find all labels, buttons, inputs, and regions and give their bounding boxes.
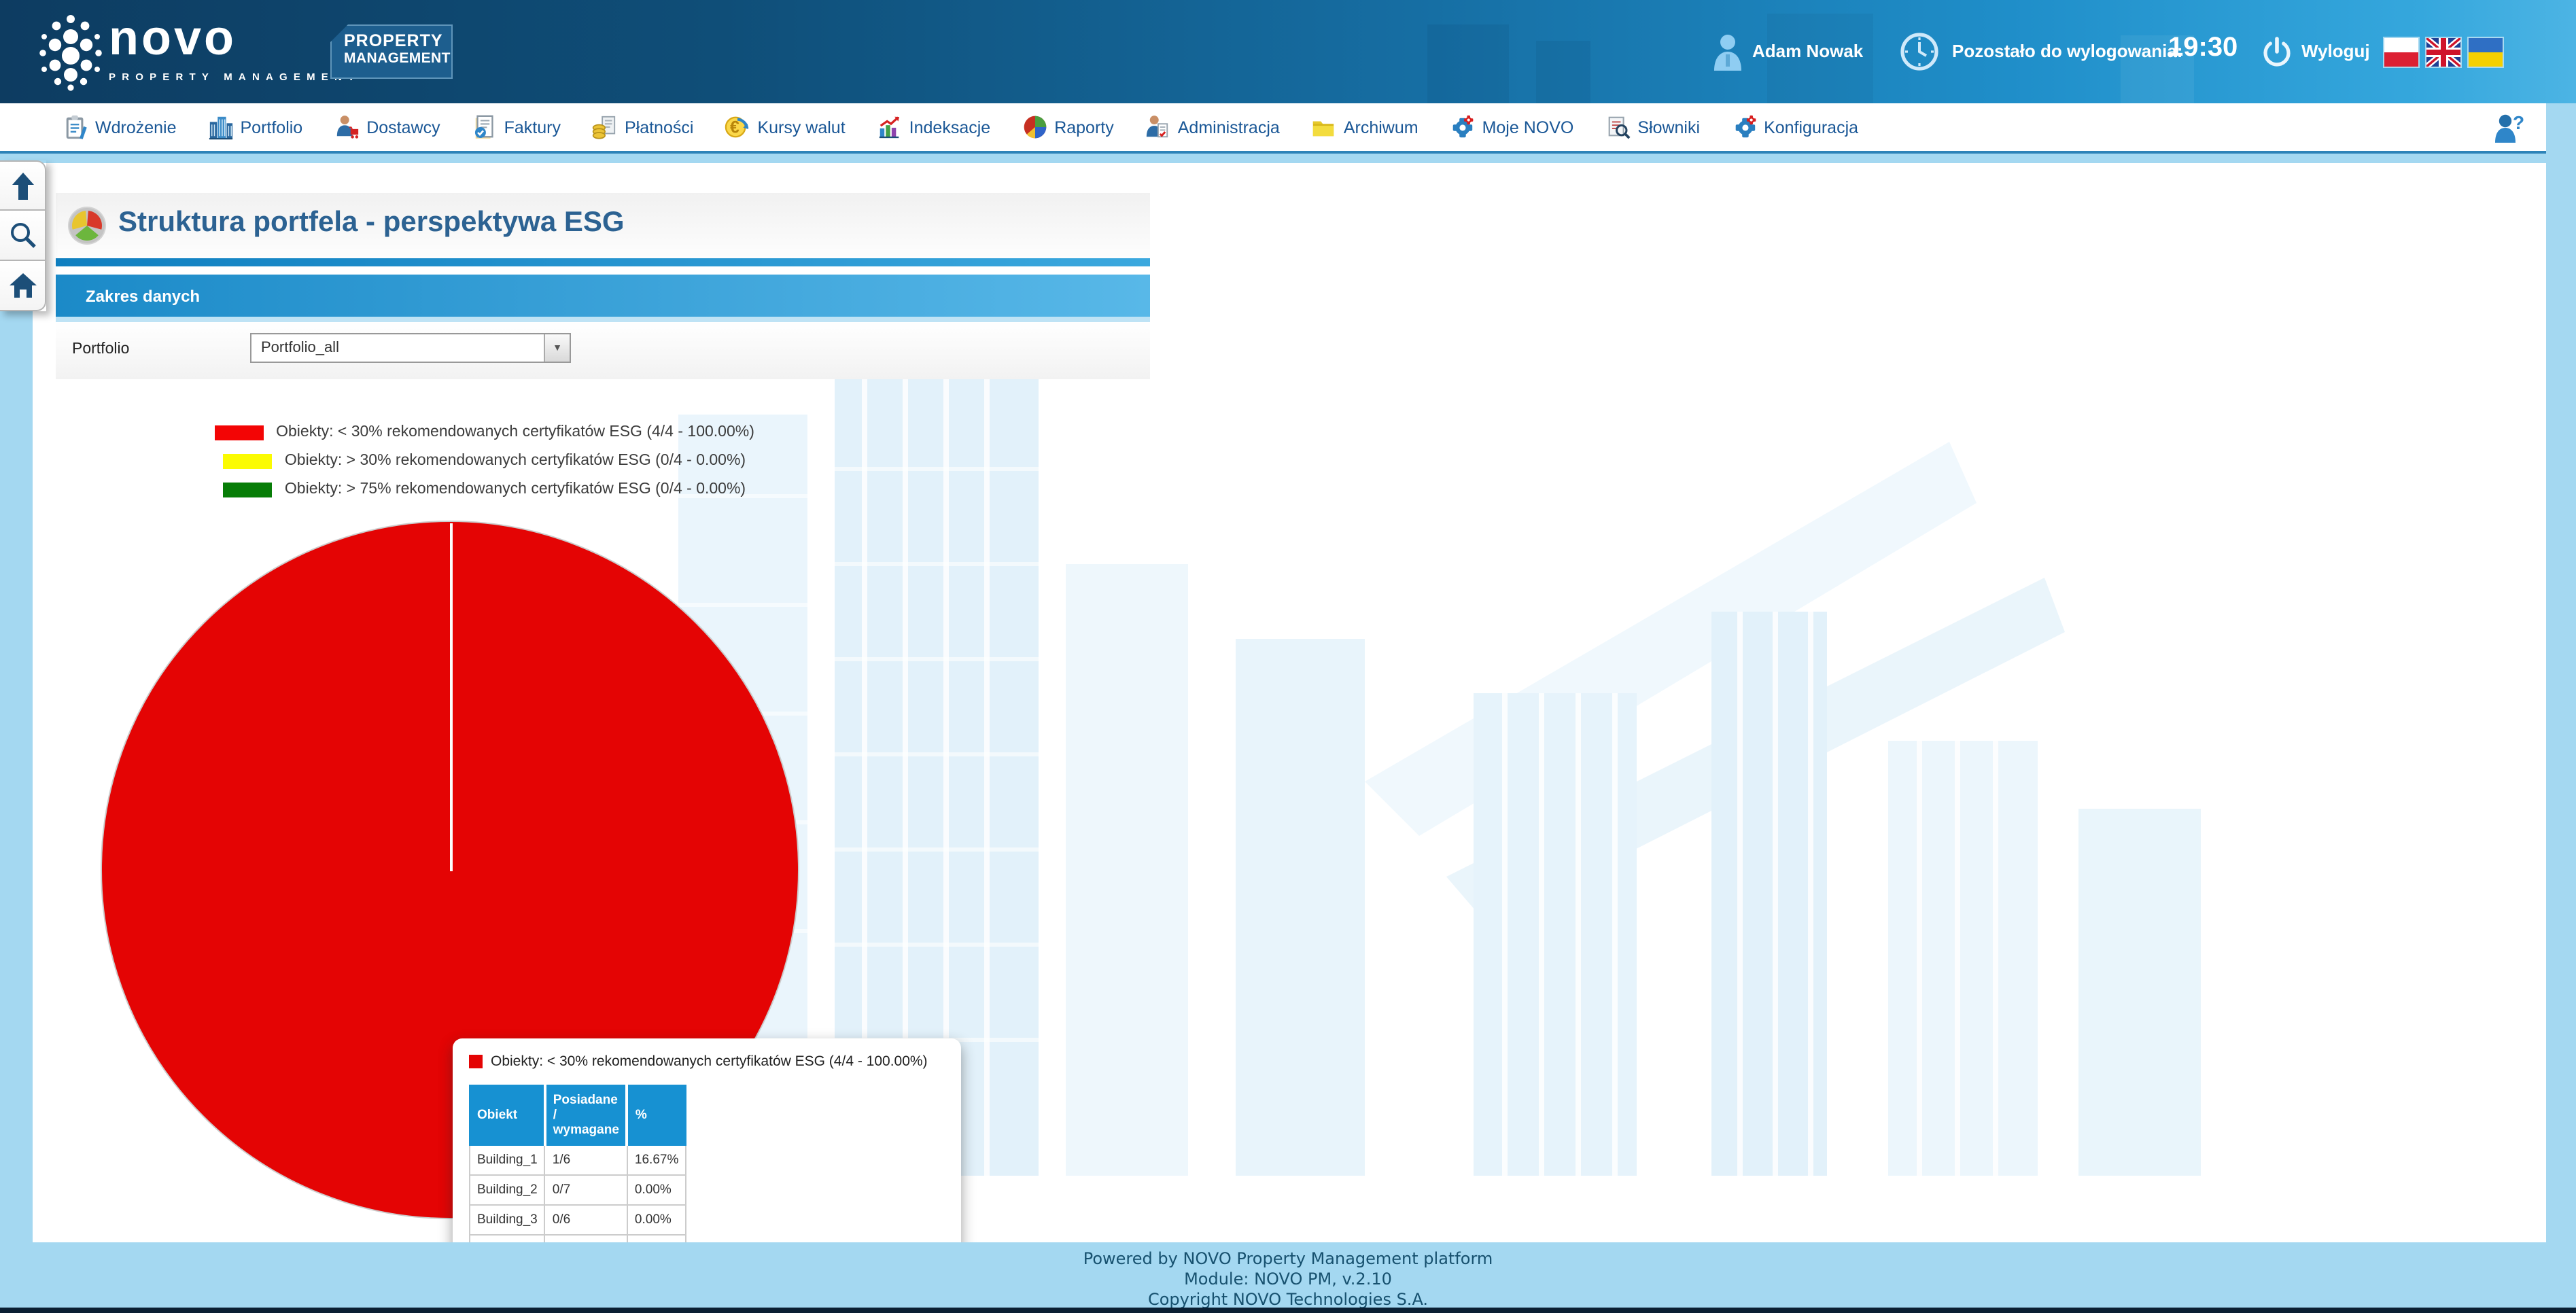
nav-item-administracja[interactable]: Administracja [1145, 114, 1280, 140]
home-icon [7, 272, 37, 299]
novo-logo[interactable]: novo PROPERTY MANAGEMENT [109, 11, 360, 83]
bottom-edge-bar [0, 1308, 2576, 1313]
section-header-zakres-danych: Zakres danych [56, 275, 1150, 317]
home-button[interactable] [0, 261, 46, 311]
archive-folder-icon [1311, 114, 1337, 140]
session-countdown-time: 19:30 [2168, 33, 2238, 64]
dictionary-search-icon [1605, 114, 1631, 140]
filter-form: Portfolio Portfolio_all ▼ [56, 322, 1150, 379]
app-footer: Powered by NOVO Property Management plat… [0, 1242, 2576, 1308]
table-row: Building_4 0/4 0.00% [470, 1235, 686, 1242]
pie-slice-divider [450, 523, 453, 871]
nav-item-moje-novo[interactable]: Moje NOVO [1450, 114, 1574, 140]
nav-item-indeksacje[interactable]: Indeksacje [877, 114, 991, 140]
header-right-cluster: Adam Nowak Pozostało do wylogowania: 19:… [1706, 0, 2576, 103]
page-title: Struktura portfela - perspektywa ESG [118, 207, 625, 239]
legend-item-green: Obiekty: > 75% rekomendowanych certyfika… [224, 481, 746, 497]
clock-icon [1899, 31, 1940, 72]
main-navigation: Wdrożenie Portfolio Dostawcy Faktury [0, 103, 2546, 154]
legend-swatch-red [215, 425, 264, 440]
nav-item-kursy-walut[interactable]: € Kursy walut [725, 114, 845, 140]
currency-exchange-icon: € [725, 114, 750, 140]
pie-tooltip: Obiekty: < 30% rekomendowanych certyfika… [453, 1038, 961, 1242]
esg-pie-icon [67, 205, 107, 246]
tooltip-col-percent: % [627, 1085, 686, 1145]
nav-item-slowniki[interactable]: Słowniki [1605, 114, 1700, 140]
polish-flag-icon[interactable] [2383, 37, 2420, 68]
nav-item-platnosci[interactable]: Płatności [592, 114, 693, 140]
power-icon[interactable] [2261, 35, 2293, 68]
table-row: Building_2 0/7 0.00% [470, 1175, 686, 1205]
index-chart-icon [877, 114, 903, 140]
nav-item-faktury[interactable]: Faktury [472, 114, 561, 140]
nav-item-raporty[interactable]: Raporty [1022, 114, 1114, 140]
arrow-up-icon [9, 171, 36, 200]
tooltip-title: Obiekty: < 30% rekomendowanych certyfika… [491, 1053, 928, 1070]
portfolio-selected-value: Portfolio_all [251, 334, 544, 362]
legend-item-red: Obiekty: < 30% rekomendowanych certyfika… [215, 424, 754, 440]
logo-wordmark: novo [109, 11, 360, 65]
application-window: novo PROPERTY MANAGEMENT PROPERTY MANAGE… [0, 0, 2576, 1313]
tooltip-col-obiekt: Obiekt [470, 1085, 545, 1145]
search-icon [7, 220, 37, 250]
help-icon[interactable]: ? [2492, 110, 2527, 145]
novo-globe-logo-icon [38, 11, 103, 92]
property-management-badge: PROPERTY MANAGEMENT [330, 24, 453, 79]
header-skyline-decoration [1536, 41, 1590, 103]
nav-item-dostawcy[interactable]: Dostawcy [334, 114, 440, 140]
ukrainian-flag-icon[interactable] [2467, 37, 2504, 68]
nav-item-portfolio[interactable]: Portfolio [208, 114, 303, 140]
reports-pie-icon [1022, 114, 1047, 140]
legend-item-yellow: Obiekty: > 30% rekomendowanych certyfika… [224, 453, 746, 469]
logo-tagline: PROPERTY MANAGEMENT [109, 71, 360, 83]
invoice-document-icon [472, 114, 498, 140]
portfolio-select[interactable]: Portfolio_all ▼ [250, 333, 571, 363]
table-row: Building_3 0/6 0.00% [470, 1205, 686, 1235]
session-countdown-label: Pozostało do wylogowania: [1952, 41, 2182, 61]
app-header: novo PROPERTY MANAGEMENT PROPERTY MANAGE… [0, 0, 2576, 103]
content-panel: Struktura portfela - perspektywa ESG Zak… [33, 163, 2546, 1242]
svg-text:€: € [730, 119, 739, 137]
gear-icon [1731, 114, 1757, 140]
legend-swatch-yellow [224, 453, 273, 468]
supplier-person-cart-icon [334, 114, 360, 140]
implementation-clipboard-icon [63, 114, 88, 140]
header-skyline-decoration [1427, 24, 1509, 103]
nav-item-archiwum[interactable]: Archiwum [1311, 114, 1418, 140]
buildings-icon [208, 114, 234, 140]
title-underline [56, 258, 1150, 266]
user-name[interactable]: Adam Nowak [1752, 41, 1863, 61]
nav-item-konfiguracja[interactable]: Konfiguracja [1731, 114, 1858, 140]
svg-text:?: ? [2513, 112, 2524, 133]
scroll-top-button[interactable] [0, 160, 46, 211]
legend-swatch-green [224, 482, 273, 497]
portfolio-label: Portfolio [72, 341, 129, 357]
search-button[interactable] [0, 211, 46, 261]
page-title-panel: Struktura portfela - perspektywa ESG [56, 193, 1150, 258]
sidebar-tools [0, 160, 46, 311]
tooltip-col-posiadane: Posiadane / wymagane [545, 1085, 627, 1145]
section-divider [56, 317, 1150, 322]
footer-module-version: Module: NOVO PM, v.2.10 [0, 1270, 2576, 1290]
administration-person-icon [1145, 114, 1171, 140]
payments-coins-icon [592, 114, 618, 140]
gear-icon [1450, 114, 1476, 140]
logout-button[interactable]: Wyloguj [2301, 41, 2370, 61]
nav-item-wdrozenie[interactable]: Wdrożenie [63, 114, 177, 140]
chevron-down-icon: ▼ [544, 334, 570, 362]
chart-legend: Obiekty: < 30% rekomendowanych certyfika… [67, 424, 903, 510]
table-row: Building_1 1/6 16.67% [470, 1145, 686, 1175]
english-flag-icon[interactable] [2425, 37, 2462, 68]
tooltip-table: Obiekt Posiadane / wymagane % Building_1… [469, 1085, 686, 1242]
user-icon [1711, 33, 1744, 71]
footer-powered-by: Powered by NOVO Property Management plat… [0, 1249, 2576, 1270]
tooltip-swatch-red [469, 1055, 483, 1068]
